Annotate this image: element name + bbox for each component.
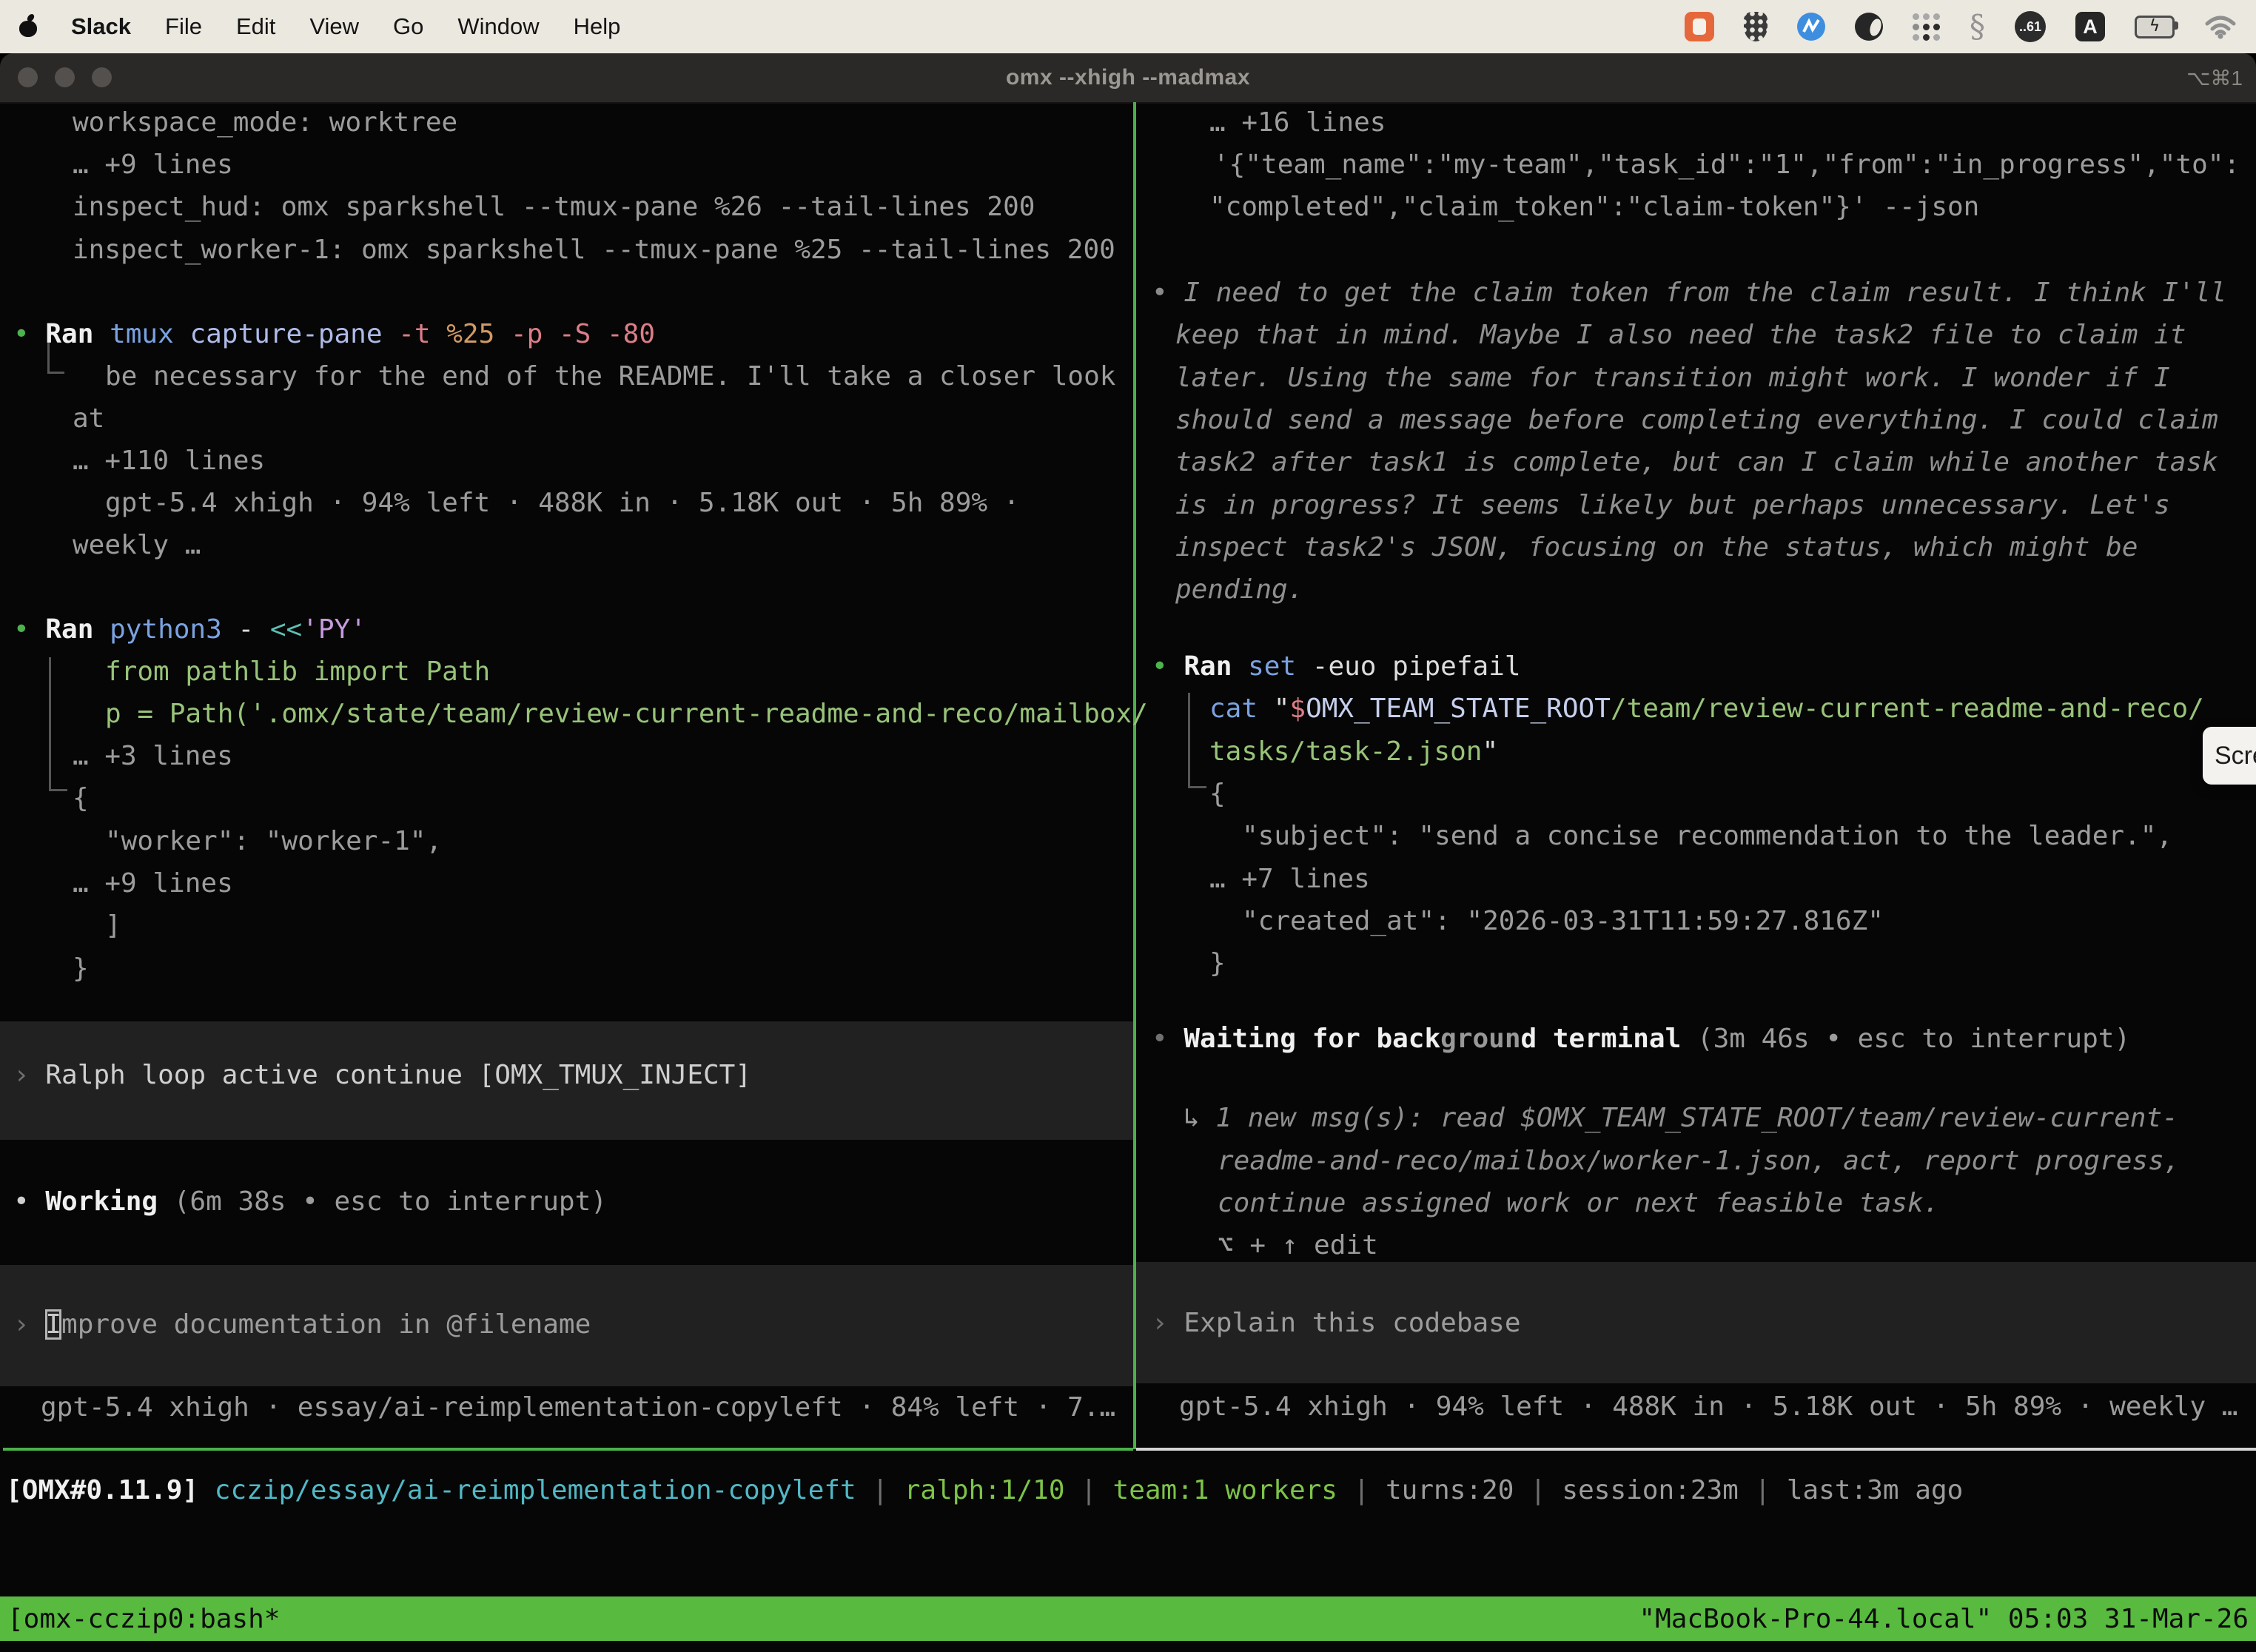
wifi-icon[interactable] [2204,10,2237,43]
menu-view[interactable]: View [309,13,359,40]
dots-grid-icon[interactable] [1913,10,1940,43]
menu-app-name[interactable]: Slack [71,13,131,40]
menu-status-icons: § ..61 A ϟ [1685,10,2237,43]
battery-icon[interactable]: ϟ [2135,10,2175,43]
shield-grid-icon[interactable] [1744,10,1767,43]
menu-go[interactable]: Go [393,13,423,40]
pane-border-bottom-left[interactable] [3,1448,1133,1451]
pane-divider-vertical[interactable] [1133,102,1136,1449]
menu-items: File Edit View Go Window Help [165,13,620,40]
keyboard-layout-label: A [2075,12,2105,41]
tmux-status-bar: [omx-cczip0:bash* "MacBook-Pro-44.local"… [0,1596,2256,1641]
tmux-session-label: [omx-cczip0:bash* [7,1604,280,1634]
menu-help[interactable]: Help [574,13,621,40]
menu-window[interactable]: Window [457,13,539,40]
pane-border-bottom-right[interactable] [1136,1448,2256,1451]
window-shortcut-badge: ⌥⌘1 [2186,53,2243,102]
count-badge-label: ..61 [2015,11,2046,42]
keyboard-layout-icon[interactable]: A [2075,10,2105,43]
output-connector [1188,693,1206,788]
s-curve-icon[interactable]: § [1970,10,1985,43]
output-connector [47,335,64,374]
menu-bar: Slack File Edit View Go Window Help § ..61 A … [0,0,2256,53]
menu-left-group: Slack File Edit View Go Window Help [19,13,620,40]
screen-tooltip: Scre [2203,727,2256,785]
prompt-input-right[interactable] [1136,1262,2256,1383]
chat-app-icon[interactable] [1685,10,1714,43]
tmux-host-clock-label: "MacBook-Pro-44.local" 05:03 31-Mar-26 [1639,1604,2249,1634]
prompt-input-left[interactable] [0,1265,1134,1386]
menu-edit[interactable]: Edit [236,13,275,40]
menu-file[interactable]: File [165,13,202,40]
count-badge-icon[interactable]: ..61 [2015,10,2046,43]
dark-disc-icon[interactable] [1855,10,1883,43]
blue-badge-icon[interactable] [1797,10,1825,43]
terminal-window: omx --xhigh --madmax ⌥⌘1 [0,53,2256,1652]
window-title: omx --xhigh --madmax [0,53,2256,102]
output-connector [49,657,67,791]
window-title-bar[interactable]: omx --xhigh --madmax ⌥⌘1 [0,53,2256,104]
ralph-loop-banner [0,1021,1134,1140]
apple-icon[interactable] [19,16,37,37]
